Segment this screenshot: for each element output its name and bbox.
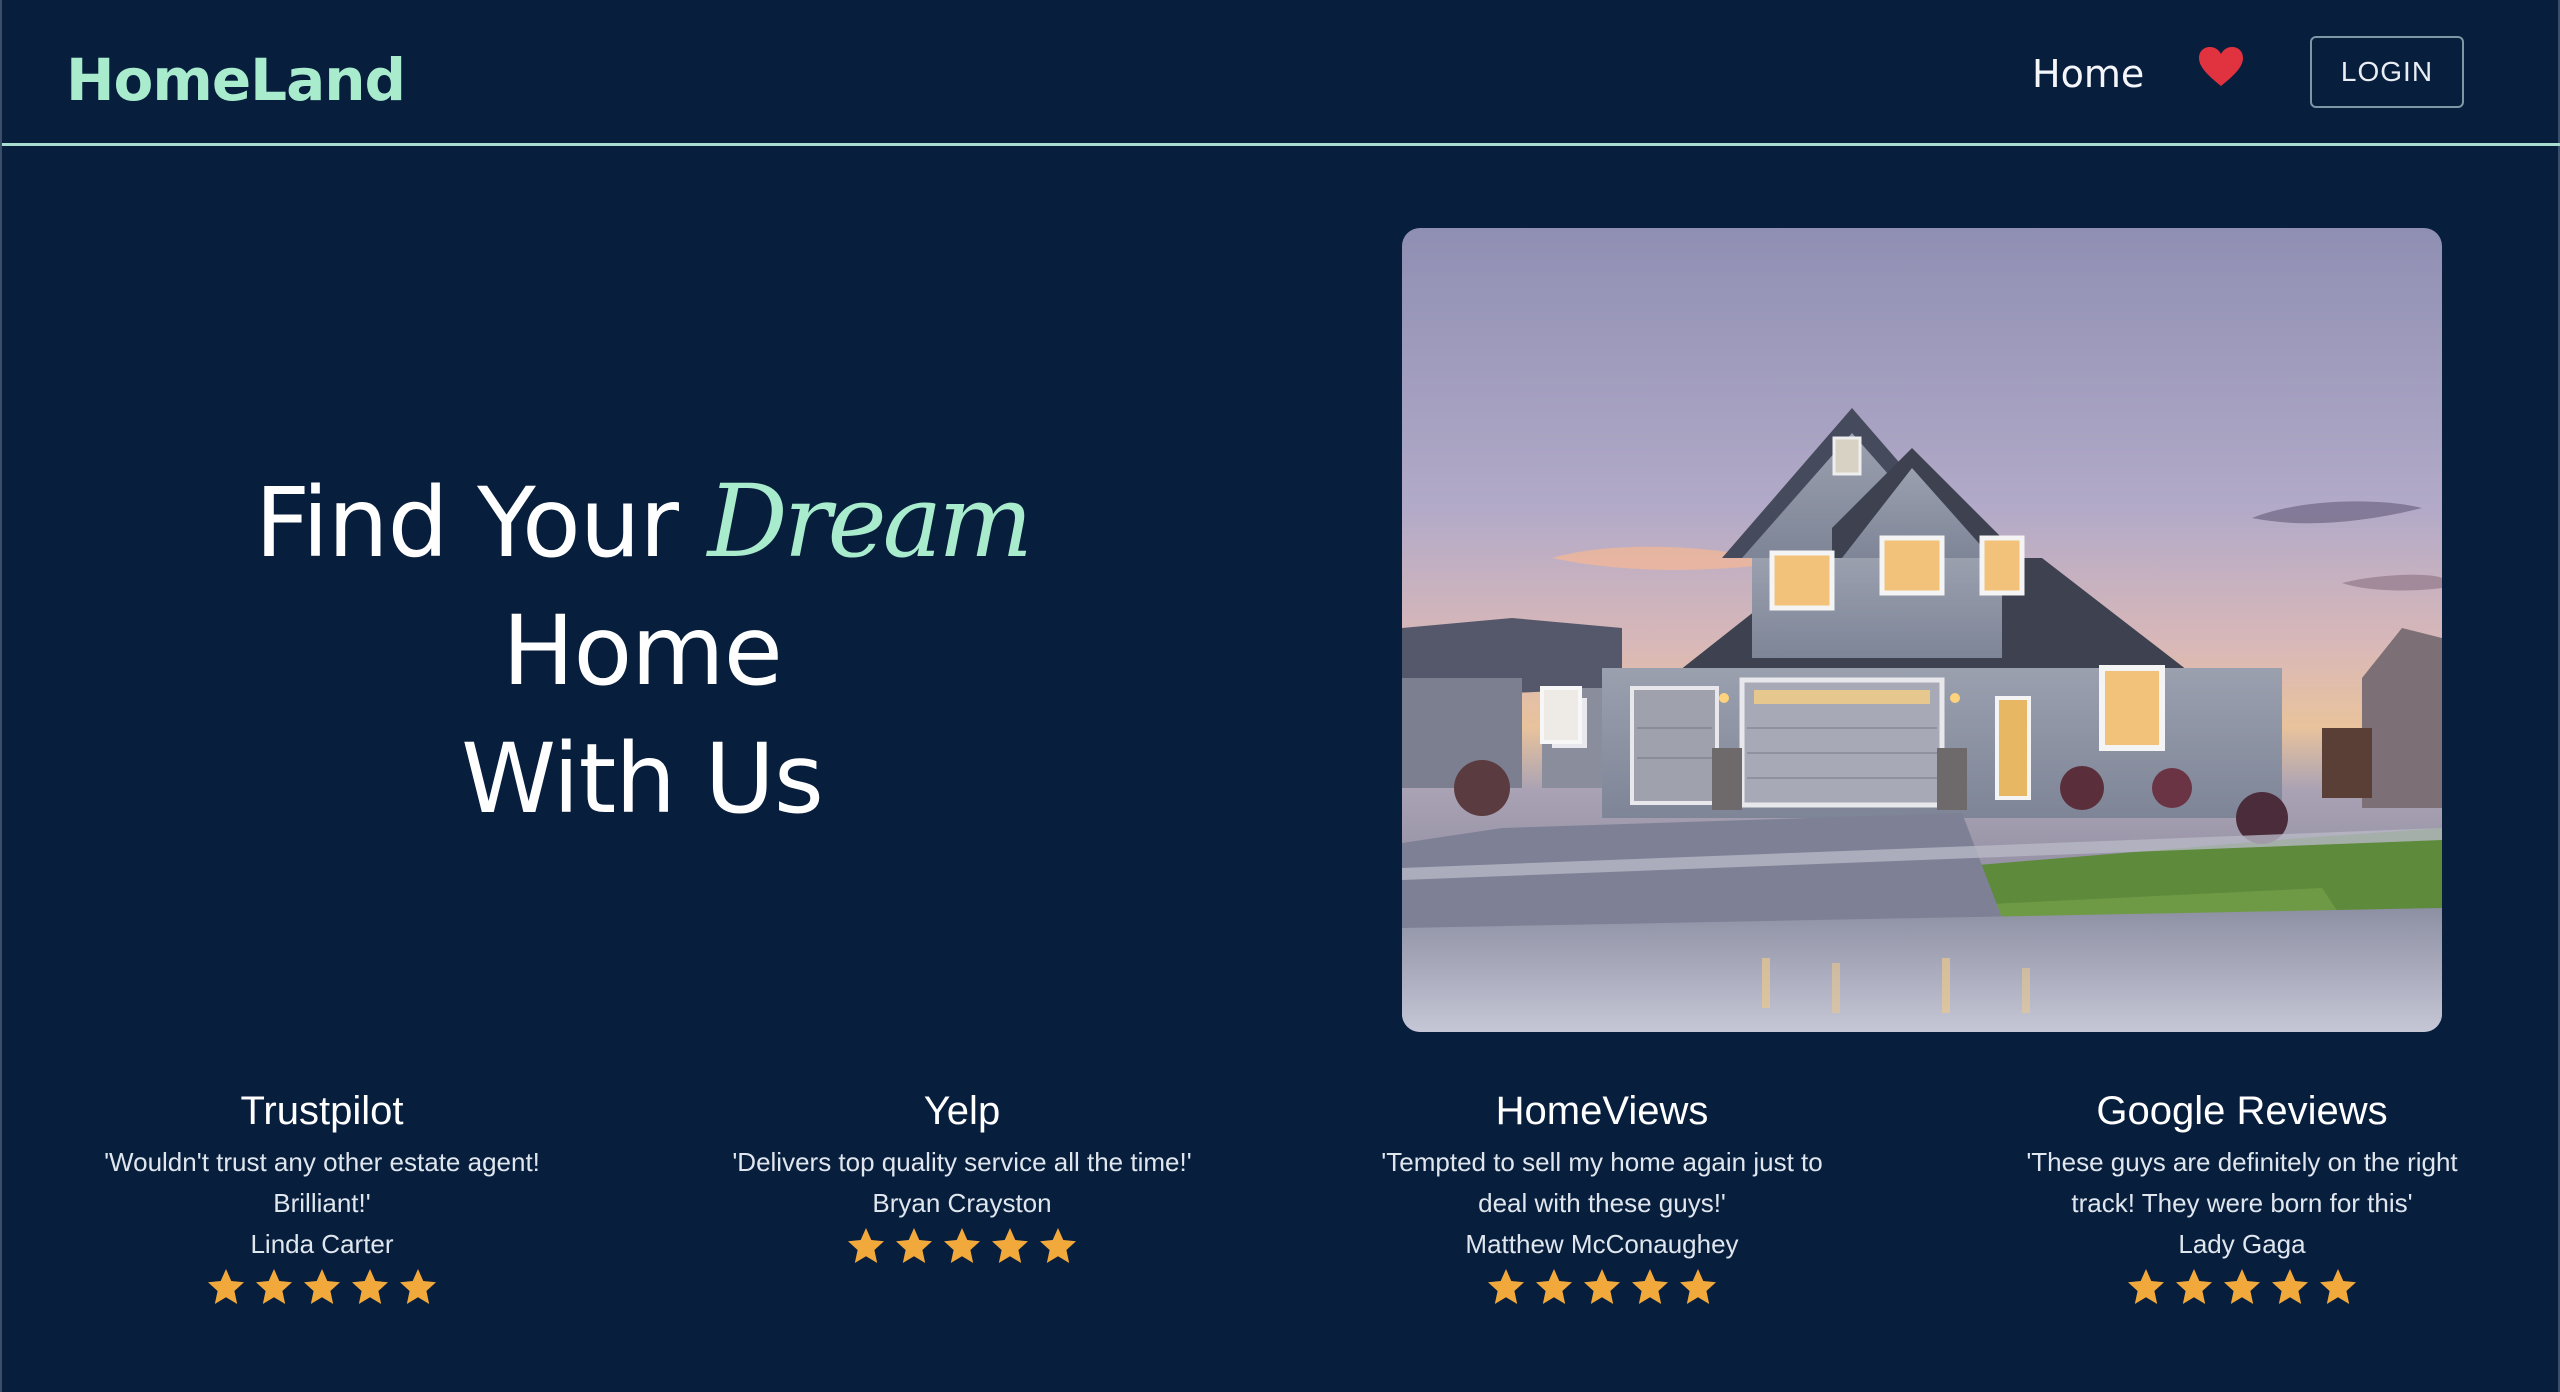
star-icon [2176,1269,2212,1304]
review-author: Linda Carter [250,1229,394,1259]
review-author: Lady Gaga [2178,1229,2306,1259]
review-source: Google Reviews [2096,1089,2388,1133]
navbar: HomeLand Home LOGIN [2,0,2560,146]
review-quote: 'Delivers top quality service all the ti… [732,1147,1192,1177]
star-icon [992,1228,1028,1263]
star-icon [1632,1269,1668,1304]
review-card-trustpilot: Trustpilot 'Wouldn't trust any other est… [42,1082,602,1307]
star-rating [1322,1267,1882,1307]
star-icon [208,1269,244,1304]
review-source: HomeViews [1495,1089,1709,1133]
hero-title: Find Your Dream Home With Us [102,458,1182,843]
review-quote: 'These guys are definitely on the right … [2026,1147,2458,1218]
star-icon [256,1269,292,1304]
star-icon [352,1269,388,1304]
brand-logo[interactable]: HomeLand [66,40,406,120]
star-rating [682,1226,1242,1266]
page-frame: HomeLand Home LOGIN Find Your Dream Home… [0,0,2560,1392]
hero-title-highlight: Dream [707,463,1034,580]
star-icon [848,1228,884,1263]
review-author: Matthew McConaughey [1465,1229,1739,1259]
review-card-homeviews: HomeViews 'Tempted to sell my home again… [1322,1082,1882,1307]
hero-title-part2: Home [502,595,782,707]
review-source: Yelp [923,1089,1001,1133]
house-illustration [1402,228,2442,1032]
star-icon [2128,1269,2164,1304]
review-card-yelp: Yelp 'Delivers top quality service all t… [682,1082,1242,1266]
review-source: Trustpilot [240,1089,404,1133]
star-rating [1962,1267,2522,1307]
star-icon [896,1228,932,1263]
star-icon [400,1269,436,1304]
hero-house-image [1402,228,2442,1032]
star-icon [2272,1269,2308,1304]
star-icon [944,1228,980,1263]
review-card-google: Google Reviews 'These guys are definitel… [1962,1082,2522,1307]
hero-title-part1: Find Your [254,467,708,579]
star-icon [1488,1269,1524,1304]
star-icon [1536,1269,1572,1304]
heart-icon[interactable] [2198,46,2244,88]
hero-title-line2: With Us [461,723,824,835]
star-icon [2224,1269,2260,1304]
star-icon [1680,1269,1716,1304]
hero-title-line1: Find Your Dream Home [102,458,1182,715]
star-icon [304,1269,340,1304]
star-icon [1584,1269,1620,1304]
star-icon [1040,1228,1076,1263]
nav-home-link[interactable]: Home [2032,46,2144,102]
review-author: Bryan Crayston [872,1188,1052,1218]
star-icon [2320,1269,2356,1304]
review-quote: 'Tempted to sell my home again just to d… [1381,1147,1823,1218]
star-rating [42,1267,602,1307]
review-quote: 'Wouldn't trust any other estate agent! … [104,1147,540,1218]
login-button[interactable]: LOGIN [2310,36,2464,108]
